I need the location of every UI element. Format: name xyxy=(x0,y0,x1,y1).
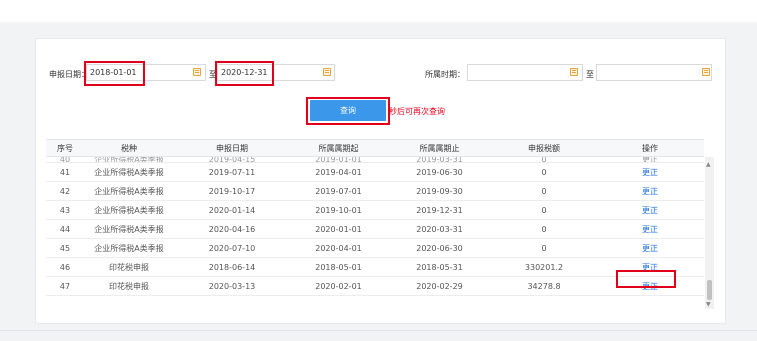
highlight-box xyxy=(84,61,145,86)
table-row: 45 企业所得税A类季报 2020-07-10 2020-04-01 2020-… xyxy=(46,238,704,258)
cell-tax-type: 印花税申报 xyxy=(84,257,174,277)
cell-period-end: 2020-03-31 xyxy=(387,219,492,239)
cell-period-start: 2020-04-01 xyxy=(290,238,387,258)
cell-period-end: 2019-09-30 xyxy=(387,181,492,201)
table-row: 41 企业所得税A类季报 2019-07-11 2019-04-01 2019-… xyxy=(46,162,704,182)
col-header-tax-amount: 申报税额 xyxy=(492,139,596,157)
correct-link[interactable]: 更正 xyxy=(596,200,704,220)
cell-index: 46 xyxy=(46,257,84,277)
cell-tax-amount: 330201.2 xyxy=(492,257,596,277)
highlight-box xyxy=(215,61,274,86)
cell-index: 45 xyxy=(46,238,84,258)
correct-link[interactable]: 更正 xyxy=(596,219,704,239)
cell-period-end: 2020-06-30 xyxy=(387,238,492,258)
cell-period-start: 2019-04-01 xyxy=(290,162,387,182)
period-to-label: 至 xyxy=(586,70,594,79)
correct-link[interactable]: 更正 xyxy=(596,162,704,182)
cell-tax-amount: 0 xyxy=(492,238,596,258)
cell-period-start: 2019-07-01 xyxy=(290,181,387,201)
col-header-period-start: 所属属期起 xyxy=(290,139,387,157)
cell-declare-date: 2019-07-11 xyxy=(174,162,290,182)
cell-tax-type: 印花税申报 xyxy=(84,276,174,296)
cell-period-start: 2020-02-01 xyxy=(290,276,387,296)
cell-index: 47 xyxy=(46,276,84,296)
calendar-icon[interactable] xyxy=(570,68,578,76)
cell-period-start: 2020-01-01 xyxy=(290,219,387,239)
col-header-declare-date: 申报日期 xyxy=(174,139,290,157)
highlight-box xyxy=(306,97,390,125)
calendar-icon[interactable] xyxy=(702,68,710,76)
cell-tax-type: 企业所得税A类季报 xyxy=(84,238,174,258)
cell-tax-amount: 0 xyxy=(492,200,596,220)
cell-tax-amount: 34278.8 xyxy=(492,276,596,296)
table-row: 44 企业所得税A类季报 2020-04-16 2020-01-01 2020-… xyxy=(46,219,704,239)
cell-tax-amount: 0 xyxy=(492,181,596,201)
cell-period-start: 2019-10-01 xyxy=(290,200,387,220)
cell-period-end: 2019-06-30 xyxy=(387,162,492,182)
cell-declare-date: 2020-04-16 xyxy=(174,219,290,239)
cell-declare-date: 2020-01-14 xyxy=(174,200,290,220)
period-start-input[interactable] xyxy=(467,64,583,81)
table-header-row: 序号 税种 申报日期 所属属期起 所属属期止 申报税额 操作 xyxy=(46,139,704,157)
top-bar xyxy=(0,0,757,22)
declare-date-label: 申报日期： xyxy=(49,70,89,79)
cell-tax-amount: 0 xyxy=(492,162,596,182)
scrollbar-thumb[interactable] xyxy=(707,280,712,300)
table-row: 46 印花税申报 2018-06-14 2018-05-01 2018-05-3… xyxy=(46,257,704,277)
cell-index: 44 xyxy=(46,219,84,239)
query-cooldown-hint: 秒后可再次查询 xyxy=(389,107,445,116)
col-header-index: 序号 xyxy=(46,139,84,157)
divider xyxy=(0,330,757,331)
cell-period-end: 2018-05-31 xyxy=(387,257,492,277)
cell-period-start: 2018-05-01 xyxy=(290,257,387,277)
scroll-down-arrow-icon[interactable]: ▼ xyxy=(706,302,711,308)
col-header-period-end: 所属属期止 xyxy=(387,139,492,157)
calendar-icon[interactable] xyxy=(193,68,201,76)
results-table: 序号 税种 申报日期 所属属期起 所属属期止 申报税额 操作 40 企业所得税A… xyxy=(46,139,704,309)
table-row: 43 企业所得税A类季报 2020-01-14 2019-10-01 2019-… xyxy=(46,200,704,220)
cell-tax-type: 企业所得税A类季报 xyxy=(84,162,174,182)
cell-index: 41 xyxy=(46,162,84,182)
table-row: 42 企业所得税A类季报 2019-10-17 2019-07-01 2019-… xyxy=(46,181,704,201)
cell-period-end: 2019-12-31 xyxy=(387,200,492,220)
period-end-input[interactable] xyxy=(596,64,712,81)
col-header-action: 操作 xyxy=(596,139,704,157)
highlight-box xyxy=(616,270,676,288)
cell-tax-type: 企业所得税A类季报 xyxy=(84,181,174,201)
cell-declare-date: 2020-03-13 xyxy=(174,276,290,296)
cell-tax-amount: 0 xyxy=(492,219,596,239)
correct-link[interactable]: 更正 xyxy=(596,238,704,258)
cell-tax-type: 企业所得税A类季报 xyxy=(84,156,174,163)
table-row: 47 印花税申报 2020-03-13 2020-02-01 2020-02-2… xyxy=(46,276,704,296)
period-label: 所属时期： xyxy=(425,70,465,79)
scroll-up-arrow-icon[interactable]: ▲ xyxy=(706,162,711,168)
cell-declare-date: 2019-10-17 xyxy=(174,181,290,201)
cell-index: 43 xyxy=(46,200,84,220)
cell-tax-type: 企业所得税A类季报 xyxy=(84,200,174,220)
correct-link[interactable]: 更正 xyxy=(596,181,704,201)
col-header-tax-type: 税种 xyxy=(84,139,174,157)
cell-declare-date: 2018-06-14 xyxy=(174,257,290,277)
calendar-icon[interactable] xyxy=(323,68,331,76)
cell-declare-date: 2020-07-10 xyxy=(174,238,290,258)
cell-tax-type: 企业所得税A类季报 xyxy=(84,219,174,239)
cell-period-end: 2020-02-29 xyxy=(387,276,492,296)
cell-index: 42 xyxy=(46,181,84,201)
